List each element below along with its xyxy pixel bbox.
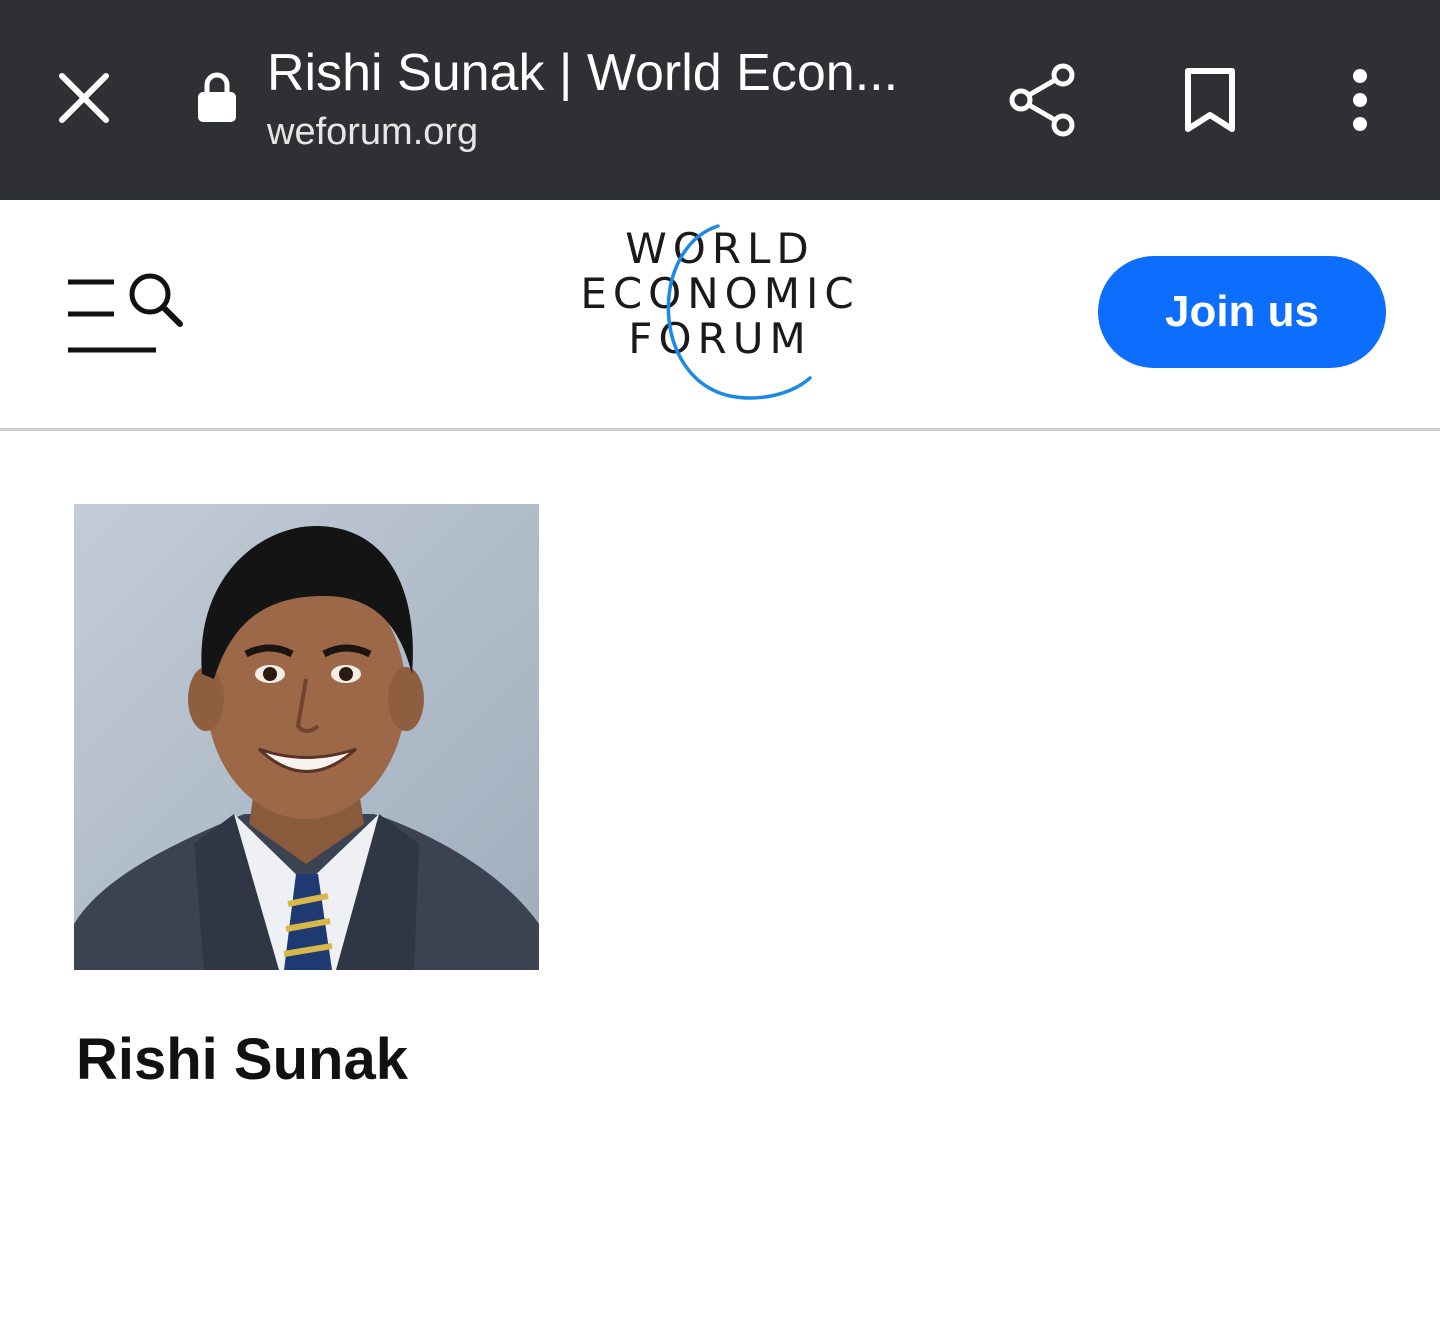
menu-search-button[interactable] [60,262,190,362]
more-options-button[interactable] [1318,58,1402,142]
page-title: Rishi Sunak | World Econ... [267,44,899,102]
share-button[interactable] [1000,58,1084,142]
wef-logo[interactable]: WORLD ECONOMIC FORUM [560,218,880,408]
logo-line-2: ECONOMIC [580,269,860,318]
share-icon [1009,63,1075,137]
close-button[interactable] [44,58,124,138]
url-bar[interactable]: Rishi Sunak | World Econ... weforum.org [267,40,947,156]
logo-line-3: FORUM [628,314,812,363]
browser-toolbar: Rishi Sunak | World Econ... weforum.org [0,0,1440,200]
bookmark-button[interactable] [1168,58,1252,142]
profile-photo [74,504,539,970]
profile-name: Rishi Sunak [76,1027,408,1092]
domain-label: weforum.org [267,111,479,153]
more-vert-icon [1353,69,1367,131]
close-icon [59,73,109,123]
bookmark-icon [1185,68,1235,132]
logo-line-1: WORLD [625,224,815,273]
logo-wordmark: WORLD ECONOMIC FORUM [560,218,880,361]
portrait-image [74,504,539,970]
join-us-button[interactable]: Join us [1098,256,1386,368]
menu-search-icon [68,273,183,353]
lock-icon [198,72,236,122]
site-header: WORLD ECONOMIC FORUM Join us [0,200,1440,431]
